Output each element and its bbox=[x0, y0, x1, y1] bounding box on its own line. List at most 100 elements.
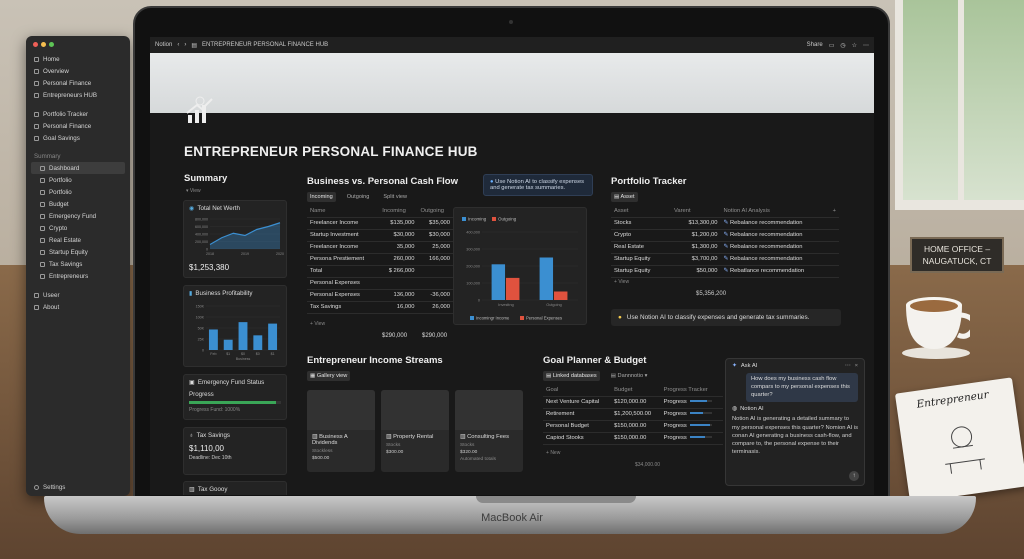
back-icon[interactable]: ‹ bbox=[177, 42, 179, 48]
tab-dannnotio-label: Dannnotio bbox=[617, 373, 644, 379]
sidebar-item-tax-savings[interactable]: Tax Savings bbox=[31, 258, 125, 270]
breadcrumb[interactable]: ENTREPRENEUR PERSONAL FINANCE HUB bbox=[202, 42, 328, 48]
tax-goal-card[interactable]: ▥ Tax Goooy bbox=[183, 481, 287, 495]
tax-savings-card[interactable]: ♁ Tax Savings $1,110,00 Deadline: Dec 10t… bbox=[183, 427, 287, 475]
sidebar-item-about[interactable]: About bbox=[31, 301, 125, 313]
col-name[interactable]: Name bbox=[307, 205, 380, 218]
sidebar-item-overview[interactable]: Overview bbox=[31, 65, 125, 77]
sidebar-settings[interactable]: Settings bbox=[31, 484, 65, 491]
sidebar-item-entrepreneurs[interactable]: Entrepreneurs bbox=[31, 270, 125, 282]
table-row[interactable]: Capiod Stooks $150,000.00 Progress bbox=[543, 432, 723, 445]
tab-linked-databases[interactable]: ▤ Linked databases bbox=[543, 371, 600, 381]
col-value[interactable]: Varent bbox=[670, 205, 721, 218]
updates-icon[interactable]: ◷ bbox=[840, 42, 845, 49]
sidebar-item-goal-savings[interactable]: Goal Savings bbox=[31, 132, 125, 144]
net-worth-card[interactable]: ◉ Total Net Werth 800,000 600,000 400,000 20… bbox=[183, 200, 287, 278]
table-row[interactable]: Freelancer Income 35,000 25,000 bbox=[307, 241, 453, 254]
sidebar-item-useer[interactable]: Useer bbox=[31, 289, 125, 301]
close-window-button[interactable] bbox=[33, 42, 38, 47]
table-row[interactable]: Next Venture Capital $120,000.00 Progress bbox=[543, 396, 723, 409]
close-icon[interactable]: × bbox=[855, 363, 858, 369]
cashflow-add-view[interactable]: + View bbox=[310, 321, 325, 327]
table-row[interactable]: Personal Expenses bbox=[307, 277, 453, 290]
comment-icon[interactable]: ▭ bbox=[829, 42, 835, 49]
gallery-card[interactable]: ▥ Property Rental Stocks $300.00 bbox=[381, 390, 449, 472]
tab-outgoing[interactable]: Outgoing bbox=[344, 192, 373, 202]
sidebar-section-summary[interactable]: Summary bbox=[31, 151, 125, 162]
goals-new-label: New bbox=[550, 450, 561, 456]
table-row[interactable]: Total $ 266,000 bbox=[307, 265, 453, 278]
sidebar-item-portfolio-tracker[interactable]: Portfolio Tracker bbox=[31, 108, 125, 120]
goals-new-row[interactable]: + New bbox=[546, 450, 560, 456]
table-row[interactable]: Stocks $13,300,00 ✎ Rebalance recommendati… bbox=[611, 217, 839, 230]
table-row[interactable]: Startup Equity $3,700,00 ✎ Rebalance recom… bbox=[611, 253, 839, 266]
y-tick-label: 25K bbox=[198, 338, 205, 342]
sidebar-item-home[interactable]: Home bbox=[31, 53, 125, 65]
sidebar-item-entrepreneurs-hub[interactable]: Entrepreneurs HUB bbox=[31, 89, 125, 101]
page-small-icon: ▤ bbox=[191, 42, 198, 49]
col-outgoing[interactable]: Outgoing bbox=[417, 205, 453, 218]
tab-dannnotio[interactable]: ▤ Dannnotio ▾ bbox=[608, 371, 651, 381]
table-row[interactable]: Personal Expenses 136,000 -36,000 bbox=[307, 289, 453, 302]
favorite-icon[interactable]: ☆ bbox=[852, 42, 857, 49]
sidebar-item-startup-equity[interactable]: Startup Equity bbox=[31, 246, 125, 258]
notion-ai-popup[interactable]: ● Use Notion AI to classify expenses and… bbox=[483, 174, 593, 196]
x-tick-label: Investtng bbox=[498, 303, 513, 307]
table-row[interactable]: Persona Prestiement 260,000 166,000 bbox=[307, 253, 453, 266]
gallery-card[interactable]: ▥ Business A Dividends Stockless $500.00 bbox=[307, 390, 375, 472]
table-row[interactable]: Freelancer Income $135,000 $35,000 bbox=[307, 217, 453, 230]
table-row[interactable]: Retirement $1,200,500.00 Progress bbox=[543, 408, 723, 421]
ask-ai-panel[interactable]: ✦ Ask AI ⋯ × How does my business cash f… bbox=[725, 358, 865, 486]
more-icon[interactable]: ⋯ bbox=[845, 363, 851, 369]
cell-outgoing bbox=[417, 265, 453, 278]
share-button[interactable]: Share bbox=[807, 42, 823, 48]
window-controls bbox=[33, 42, 125, 47]
col-progress[interactable]: Progress Tracker bbox=[660, 384, 723, 397]
emergency-progress-label: Progress bbox=[189, 391, 214, 398]
send-icon[interactable]: ↑ bbox=[849, 471, 859, 481]
split-bar bbox=[491, 264, 506, 300]
page-icon bbox=[40, 273, 45, 279]
table-row[interactable]: Real Estate $1,300,00 ✎ Rebalance recommen… bbox=[611, 241, 839, 254]
table-row[interactable]: Startup Equity $50,000 ✎ Rebatlance recomm… bbox=[611, 265, 839, 278]
table-row[interactable]: Tax Savings 16,000 26,000 bbox=[307, 301, 453, 314]
sidebar-item-dashboard[interactable]: Dashboard bbox=[31, 162, 125, 174]
tab-split-view[interactable]: Split view bbox=[380, 192, 410, 202]
ai-analysis-text: Rebalance recommendation bbox=[729, 232, 803, 238]
gallery-card[interactable]: ▥ Consulting Fees Stocks $320.00 Automated … bbox=[455, 390, 523, 472]
col-incoming[interactable]: Incoming bbox=[379, 205, 418, 218]
maximize-window-button[interactable] bbox=[49, 42, 54, 47]
sidebar-item-personal-finance[interactable]: Personal Finance bbox=[31, 120, 125, 132]
sidebar-item-portfolio[interactable]: Portfolio bbox=[31, 174, 125, 186]
sidebar-item-budget[interactable]: Budget bbox=[31, 198, 125, 210]
sidebar-item-label: Crypto bbox=[49, 224, 68, 232]
add-column-icon[interactable]: + bbox=[829, 205, 839, 218]
sidebar-item-emergency-fund[interactable]: Emergency Fund bbox=[31, 210, 125, 222]
notebook: Entrepreneur bbox=[894, 377, 1024, 503]
card-amount: $500.00 bbox=[312, 456, 330, 461]
minimize-window-button[interactable] bbox=[41, 42, 46, 47]
col-asset[interactable]: Asset bbox=[611, 205, 671, 218]
sidebar-item-crypto[interactable]: Crypto bbox=[31, 222, 125, 234]
portfolio-add-view[interactable]: + View bbox=[614, 279, 629, 285]
tab-gallery-view[interactable]: ▦ Gallery view bbox=[307, 371, 351, 381]
table-row[interactable]: Personal Budget $150,000.00 Progress bbox=[543, 420, 723, 433]
tab-incoming[interactable]: Incoming bbox=[307, 192, 336, 202]
more-icon[interactable]: ⋯ bbox=[863, 42, 869, 49]
emergency-label: Emergency Fund Status bbox=[197, 379, 265, 386]
sidebar-item-portfolio[interactable]: Portfolio bbox=[31, 186, 125, 198]
cell-progress: Progress bbox=[660, 420, 723, 433]
summary-view-toggle[interactable]: ▾ View bbox=[186, 188, 201, 194]
col-goal[interactable]: Goal bbox=[543, 384, 612, 397]
table-row[interactable]: Crypto $1,200,00 ✎ Rebalance recommendatio… bbox=[611, 229, 839, 242]
emergency-fund-card[interactable]: ▣ Emergency Fund Status Progress Progress… bbox=[183, 374, 287, 420]
col-ai-analysis[interactable]: Notion AI Analysis bbox=[720, 205, 830, 218]
net-worth-value: $1,253,380 bbox=[189, 263, 230, 272]
col-budget[interactable]: Budget bbox=[611, 384, 661, 397]
tab-asset[interactable]: ▤ Asset bbox=[611, 192, 638, 202]
sidebar-item-personal-finance[interactable]: Personal Finance bbox=[31, 77, 125, 89]
business-profitability-card[interactable]: ▮ Business Profitability 150K 100K 50K 25K 0 F… bbox=[183, 285, 287, 367]
forward-icon[interactable]: › bbox=[184, 42, 186, 48]
table-row[interactable]: Startup Investment $30,000 $30,000 bbox=[307, 229, 453, 242]
sidebar-item-real-estate[interactable]: Real Estate bbox=[31, 234, 125, 246]
